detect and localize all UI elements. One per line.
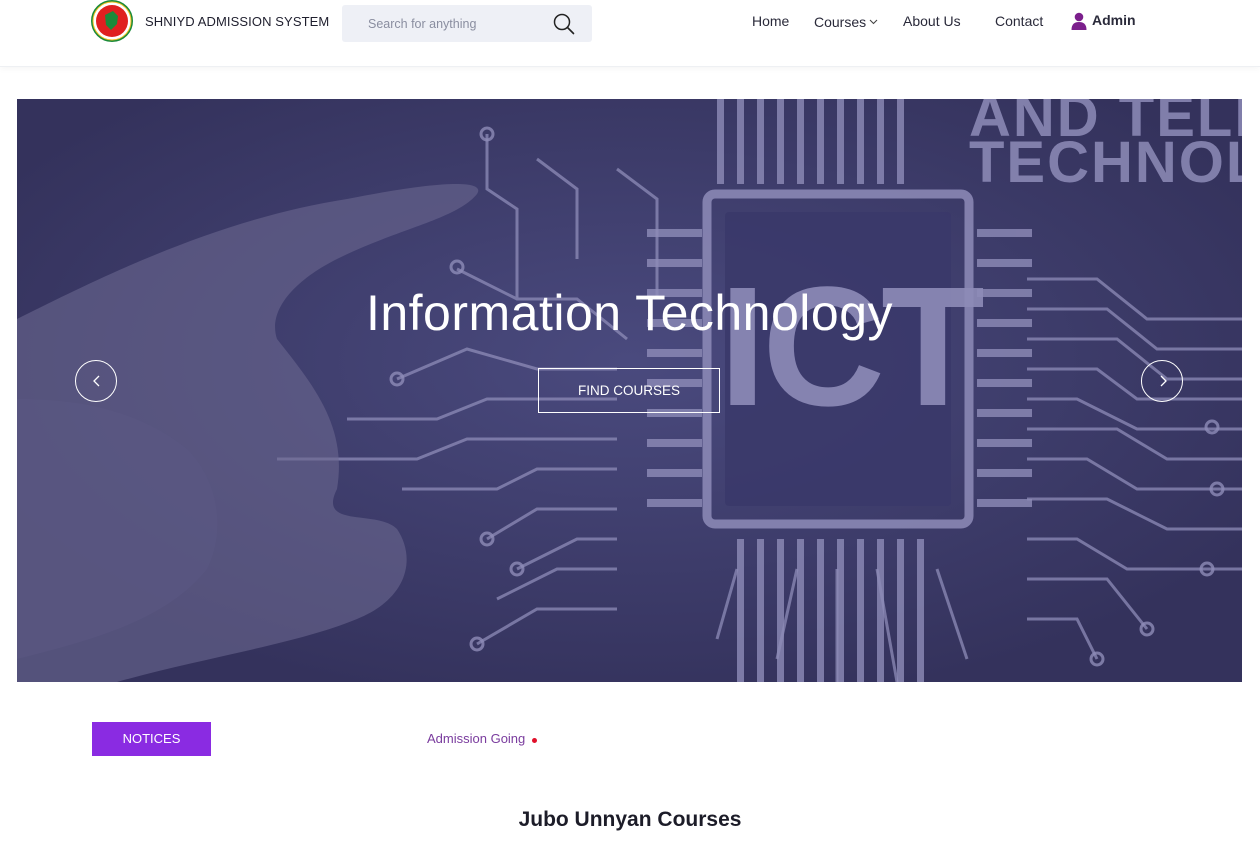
nav-home[interactable]: Home xyxy=(752,13,789,29)
search-icon[interactable] xyxy=(553,13,575,35)
govt-logo-icon[interactable] xyxy=(91,0,133,42)
nav-contact[interactable]: Contact xyxy=(995,13,1043,29)
chevron-left-icon xyxy=(93,375,100,387)
site-header: SHNIYD ADMISSION SYSTEM Home Courses Abo… xyxy=(0,0,1260,67)
chevron-right-icon xyxy=(1160,375,1167,387)
hero-chip-text: ICT xyxy=(719,252,985,442)
chevron-down-icon[interactable] xyxy=(869,17,878,26)
hero-bg-text-2: TECHNOLO xyxy=(969,130,1242,195)
notice-ticker-item[interactable]: Admission Going xyxy=(427,731,525,746)
notices-button[interactable]: NOTICES xyxy=(92,722,211,756)
notice-dot-icon xyxy=(532,738,537,743)
hero-title: Information Technology xyxy=(365,285,894,341)
search-input[interactable] xyxy=(342,5,542,42)
slider-prev-button[interactable] xyxy=(75,360,117,402)
hero-slider: AND TELEC TECHNOLO ICT Information Techn… xyxy=(17,99,1242,682)
nav-about[interactable]: About Us xyxy=(903,13,961,29)
admin-link[interactable]: Admin xyxy=(1092,12,1136,28)
user-icon[interactable] xyxy=(1071,12,1087,30)
find-courses-button[interactable]: FIND COURSES xyxy=(538,368,720,413)
brand-name[interactable]: SHNIYD ADMISSION SYSTEM xyxy=(145,14,329,29)
nav-courses[interactable]: Courses xyxy=(814,14,866,30)
slider-next-button[interactable] xyxy=(1141,360,1183,402)
section-title: Jubo Unnyan Courses xyxy=(518,808,742,831)
